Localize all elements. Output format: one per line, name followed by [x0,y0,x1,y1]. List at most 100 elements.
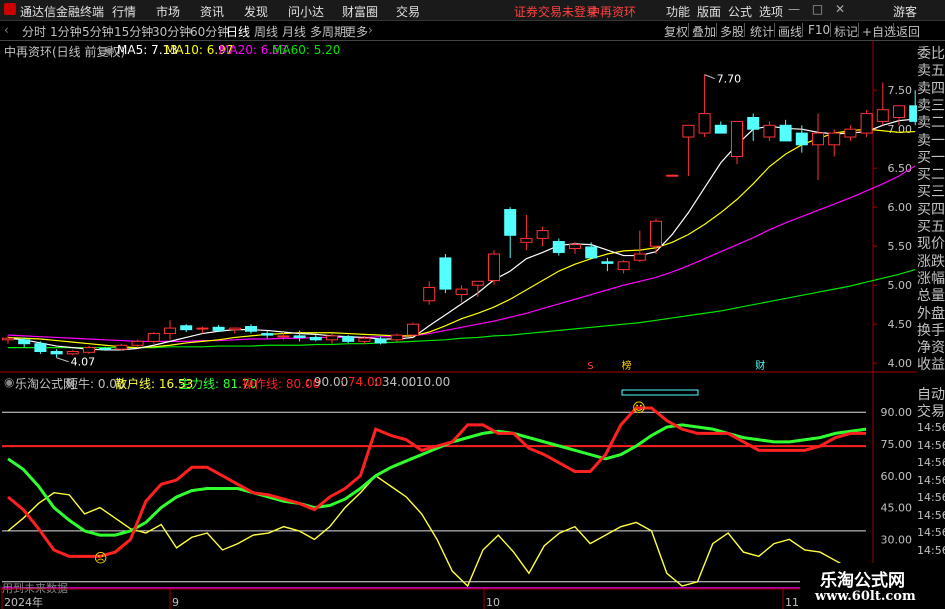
period-bar: ‹ 分时 1分钟 5分钟 15分钟 30分钟 60分钟 日线 周线 月线 多周期… [0,21,945,41]
candle-body [666,174,679,177]
btn-overlay[interactable]: 叠加 [692,23,716,40]
separator [830,23,831,37]
price-tick-label: 7.00 [888,123,913,136]
candle-body [504,209,517,236]
restore-icon[interactable]: □ [812,2,823,16]
period-daily[interactable]: 日线 [226,23,250,40]
tick-time-label: 14:56 [917,473,945,487]
separator [802,23,803,37]
menu-wealth-circle[interactable]: 财富圈 [342,3,378,20]
period-timeshare[interactable]: 分时 [22,23,46,40]
menu-layout[interactable]: 版面 [697,3,721,20]
window-controls[interactable]: — □ ✕ [788,2,845,16]
menu-function[interactable]: 功能 [666,3,690,20]
menu-discover[interactable]: 发现 [244,3,268,20]
ma60-line [8,269,916,349]
separator [858,23,859,37]
price-tick-label: 7.50 [888,84,913,97]
high-price-label: 7.70 [717,73,742,86]
chevron-right-icon[interactable]: › [368,23,373,37]
candle-body [131,340,144,346]
btn-add-favorite[interactable]: +自选 [862,23,896,40]
menu-formula[interactable]: 公式 [728,3,752,20]
indicator-tick-label: 45.00 [881,502,913,515]
btn-adjust[interactable]: 复权 [664,23,688,40]
candle-body [650,220,662,247]
candle-body [633,253,646,261]
date-axis-label: 11 [785,596,799,609]
candle-body [18,339,31,345]
menu-market[interactable]: 市场 [156,3,180,20]
candle-body [747,117,760,130]
period-more[interactable]: 更多 [344,23,368,40]
price-tick-label: 6.00 [888,201,913,214]
future-data-warning: 用到未来数据 [2,581,68,595]
menu-trade[interactable]: 交易 [396,3,420,20]
chart-canvas[interactable]: 4.00 4.50 5.00 5.50 6.00 6.50 7.00 7.50 7.70 4.07… [0,41,917,609]
candle-body [277,335,290,338]
period-multi[interactable]: 多周期 [310,23,346,40]
btn-draw-line[interactable]: 画线 [778,23,802,40]
candle-body [455,288,468,296]
candle-body [196,327,209,330]
back-arrow-icon[interactable]: ‹ [4,23,9,37]
separator [893,23,894,37]
separator [688,23,689,37]
menu-ask-xiaoda[interactable]: 问小达 [288,3,324,20]
price-tick-label: 5.50 [888,240,913,253]
tick-time-label: 14:56 [917,438,945,452]
menu-options[interactable]: 选项 [759,3,783,20]
candle-body [876,109,889,122]
candle-body [795,132,808,146]
candle-body [471,280,484,286]
period-monthly[interactable]: 月线 [282,23,306,40]
btn-statistics[interactable]: 统计 [750,23,774,40]
btn-multi-stock[interactable]: 多股 [720,23,744,40]
candle-body [617,261,630,271]
period-1min[interactable]: 1分钟 [50,23,82,40]
date-axis-label: 2024年 [4,595,43,609]
close-icon[interactable]: ✕ [835,2,845,16]
tick-time-label: 14:56 [917,456,945,469]
sad-face-icon: ☹ [94,551,108,566]
candle-body [358,337,371,342]
tick-time-label: 14:56 [917,526,945,539]
price-tick-label: 4.50 [888,318,913,331]
login-notice[interactable]: 证券交易未登录 [514,3,598,20]
candle-body [552,241,565,253]
period-60min[interactable]: 60分钟 [190,23,229,40]
menu-news[interactable]: 资讯 [200,3,224,20]
candle-body [228,327,241,331]
guest-label[interactable]: 游客 [893,3,917,20]
price-tick-label: 6.50 [888,162,913,175]
period-30min[interactable]: 30分钟 [152,23,191,40]
period-weekly[interactable]: 周线 [254,23,278,40]
candle-body [812,132,824,146]
menu-market-quotes[interactable]: 行情 [112,3,136,20]
btn-mark[interactable]: 标记 [834,23,858,40]
date-axis-label: 9 [172,596,179,609]
app-logo-icon [4,3,16,15]
minimize-icon[interactable]: — [788,2,800,16]
candle-body [828,132,841,146]
auto-trade-label[interactable]: 交易 [917,401,945,421]
candle-body [423,287,436,302]
btn-return[interactable]: 返回 [896,23,920,40]
tick-time-label: 14:56 [917,543,945,557]
candle-body [407,323,419,336]
candle-body [520,237,533,243]
period-5min[interactable]: 5分钟 [82,23,114,40]
candle-body [212,326,225,331]
indicator-tick-label: 30.00 [881,533,913,546]
title-bar: 通达信金融终端 行情 市场 资讯 发现 问小达 财富圈 交易 证券交易未登录 中… [0,0,945,21]
candle-body [164,327,176,335]
candle-body [83,347,95,353]
watermark-url: www.60lt.com [815,589,916,604]
candle-body [488,253,500,282]
candle-body [342,336,355,342]
ma10-line [7,128,916,349]
period-15min[interactable]: 15分钟 [114,23,153,40]
candle-body [714,124,727,134]
indicator-series-line [7,406,866,558]
btn-f10[interactable]: F10 [808,23,830,37]
